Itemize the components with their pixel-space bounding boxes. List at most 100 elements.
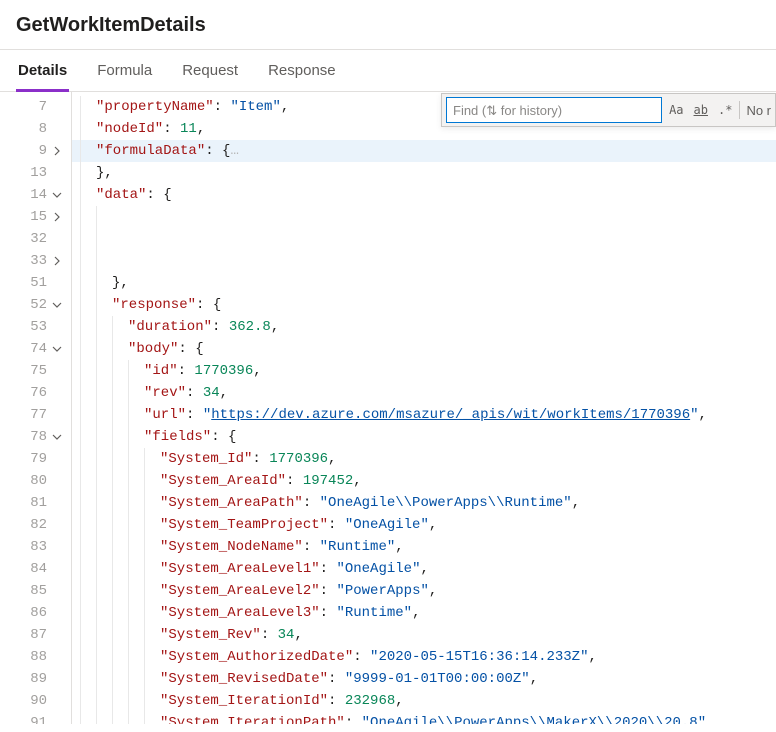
line-number: 13 — [19, 165, 47, 181]
line-number: 88 — [19, 649, 47, 665]
line-number: 90 — [19, 693, 47, 709]
line-number: 75 — [19, 363, 47, 379]
find-match-word[interactable]: ab — [691, 101, 711, 119]
tabs: Details Formula Request Response — [0, 50, 776, 92]
code-line[interactable]: }, — [72, 272, 776, 294]
gutter-row: 91 — [0, 712, 71, 724]
find-separator — [739, 101, 740, 119]
code-line[interactable]: "System_AreaPath": "OneAgile\\PowerApps\… — [72, 492, 776, 514]
gutter-row: 51 — [0, 272, 71, 294]
gutter-row: 33 — [0, 250, 71, 272]
line-number: 51 — [19, 275, 47, 291]
gutter-row: 53 — [0, 316, 71, 338]
find-match-case[interactable]: Aa — [666, 101, 686, 119]
code-line[interactable]: "System_AreaLevel1": "OneAgile", — [72, 558, 776, 580]
gutter-row: 14 — [0, 184, 71, 206]
code-line[interactable]: "duration": 362.8, — [72, 316, 776, 338]
gutter-row: 52 — [0, 294, 71, 316]
gutter-row: 7 — [0, 96, 71, 118]
code-line[interactable]: "body": { — [72, 338, 776, 360]
code-line[interactable]: "System_AreaLevel3": "Runtime", — [72, 602, 776, 624]
code-line[interactable]: "System_AreaId": 197452, — [72, 470, 776, 492]
fold-open-icon[interactable] — [47, 190, 67, 200]
code-line[interactable]: "System_RevisedDate": "9999-01-01T00:00:… — [72, 668, 776, 690]
gutter-row: 84 — [0, 558, 71, 580]
gutter-row: 15 — [0, 206, 71, 228]
gutter-row: 81 — [0, 492, 71, 514]
gutter-row: 8 — [0, 118, 71, 140]
code-line[interactable]: }, — [72, 162, 776, 184]
line-number: 76 — [19, 385, 47, 401]
code-line[interactable]: "System_TeamProject": "OneAgile", — [72, 514, 776, 536]
line-number: 9 — [19, 143, 47, 159]
gutter-row: 83 — [0, 536, 71, 558]
code-line[interactable]: "data": { — [72, 184, 776, 206]
fold-open-icon[interactable] — [47, 300, 67, 310]
gutter-row: 87 — [0, 624, 71, 646]
code-editor: 7891314153233515253747576777879808182838… — [0, 92, 776, 724]
gutter-row: 75 — [0, 360, 71, 382]
line-number: 86 — [19, 605, 47, 621]
line-number: 74 — [19, 341, 47, 357]
code-line[interactable]: "formulaData": {… — [72, 140, 776, 162]
gutter-row: 13 — [0, 162, 71, 184]
page-title: GetWorkItemDetails — [16, 14, 760, 37]
code-line[interactable]: "System_AreaLevel2": "PowerApps", — [72, 580, 776, 602]
line-number: 52 — [19, 297, 47, 313]
tab-details[interactable]: Details — [16, 50, 69, 92]
gutter-row: 32 — [0, 228, 71, 250]
tab-request[interactable]: Request — [180, 50, 240, 92]
code-line[interactable] — [72, 206, 776, 228]
line-number: 84 — [19, 561, 47, 577]
header: GetWorkItemDetails — [0, 0, 776, 50]
find-input[interactable] — [446, 97, 662, 123]
code-line[interactable]: "System_IterationId": 232968, — [72, 690, 776, 712]
code-area[interactable]: "propertyName": "Item","nodeId": 11,"for… — [72, 92, 776, 724]
code-line[interactable]: "rev": 34, — [72, 382, 776, 404]
gutter-row: 89 — [0, 668, 71, 690]
line-number: 83 — [19, 539, 47, 555]
line-number: 7 — [19, 99, 47, 115]
line-number: 82 — [19, 517, 47, 533]
code-line[interactable]: "url": "https://dev.azure.com/msazure/_a… — [72, 404, 776, 426]
code-line[interactable]: "response": { — [72, 294, 776, 316]
line-number: 14 — [19, 187, 47, 203]
gutter: 7891314153233515253747576777879808182838… — [0, 92, 72, 724]
fold-closed-icon[interactable] — [47, 212, 67, 222]
code-line[interactable]: "System_AuthorizedDate": "2020-05-15T16:… — [72, 646, 776, 668]
find-bar: Aa ab .* No r — [441, 93, 776, 127]
gutter-row: 80 — [0, 470, 71, 492]
code-line[interactable]: "System_Rev": 34, — [72, 624, 776, 646]
line-number: 77 — [19, 407, 47, 423]
line-number: 33 — [19, 253, 47, 269]
fold-open-icon[interactable] — [47, 344, 67, 354]
line-number: 78 — [19, 429, 47, 445]
gutter-row: 78 — [0, 426, 71, 448]
code-line[interactable]: "System_NodeName": "Runtime", — [72, 536, 776, 558]
line-number: 53 — [19, 319, 47, 335]
gutter-row: 77 — [0, 404, 71, 426]
line-number: 89 — [19, 671, 47, 687]
gutter-row: 79 — [0, 448, 71, 470]
code-line[interactable]: "fields": { — [72, 426, 776, 448]
line-number: 15 — [19, 209, 47, 225]
code-line[interactable]: "id": 1770396, — [72, 360, 776, 382]
line-number: 32 — [19, 231, 47, 247]
code-line[interactable]: "System_Id": 1770396, — [72, 448, 776, 470]
tab-response[interactable]: Response — [266, 50, 338, 92]
code-line[interactable]: "System_IterationPath": "OneAgile\\Power… — [72, 712, 776, 724]
tab-formula[interactable]: Formula — [95, 50, 154, 92]
fold-closed-icon[interactable] — [47, 256, 67, 266]
line-number: 79 — [19, 451, 47, 467]
url-link[interactable]: https://dev.azure.com/msazure/_apis/wit/… — [211, 404, 690, 426]
line-number: 80 — [19, 473, 47, 489]
find-regex[interactable]: .* — [715, 101, 735, 119]
gutter-row: 76 — [0, 382, 71, 404]
fold-closed-icon[interactable] — [47, 146, 67, 156]
line-number: 81 — [19, 495, 47, 511]
code-line[interactable] — [72, 250, 776, 272]
code-line[interactable] — [72, 228, 776, 250]
fold-open-icon[interactable] — [47, 432, 67, 442]
line-number: 85 — [19, 583, 47, 599]
line-number: 8 — [19, 121, 47, 137]
